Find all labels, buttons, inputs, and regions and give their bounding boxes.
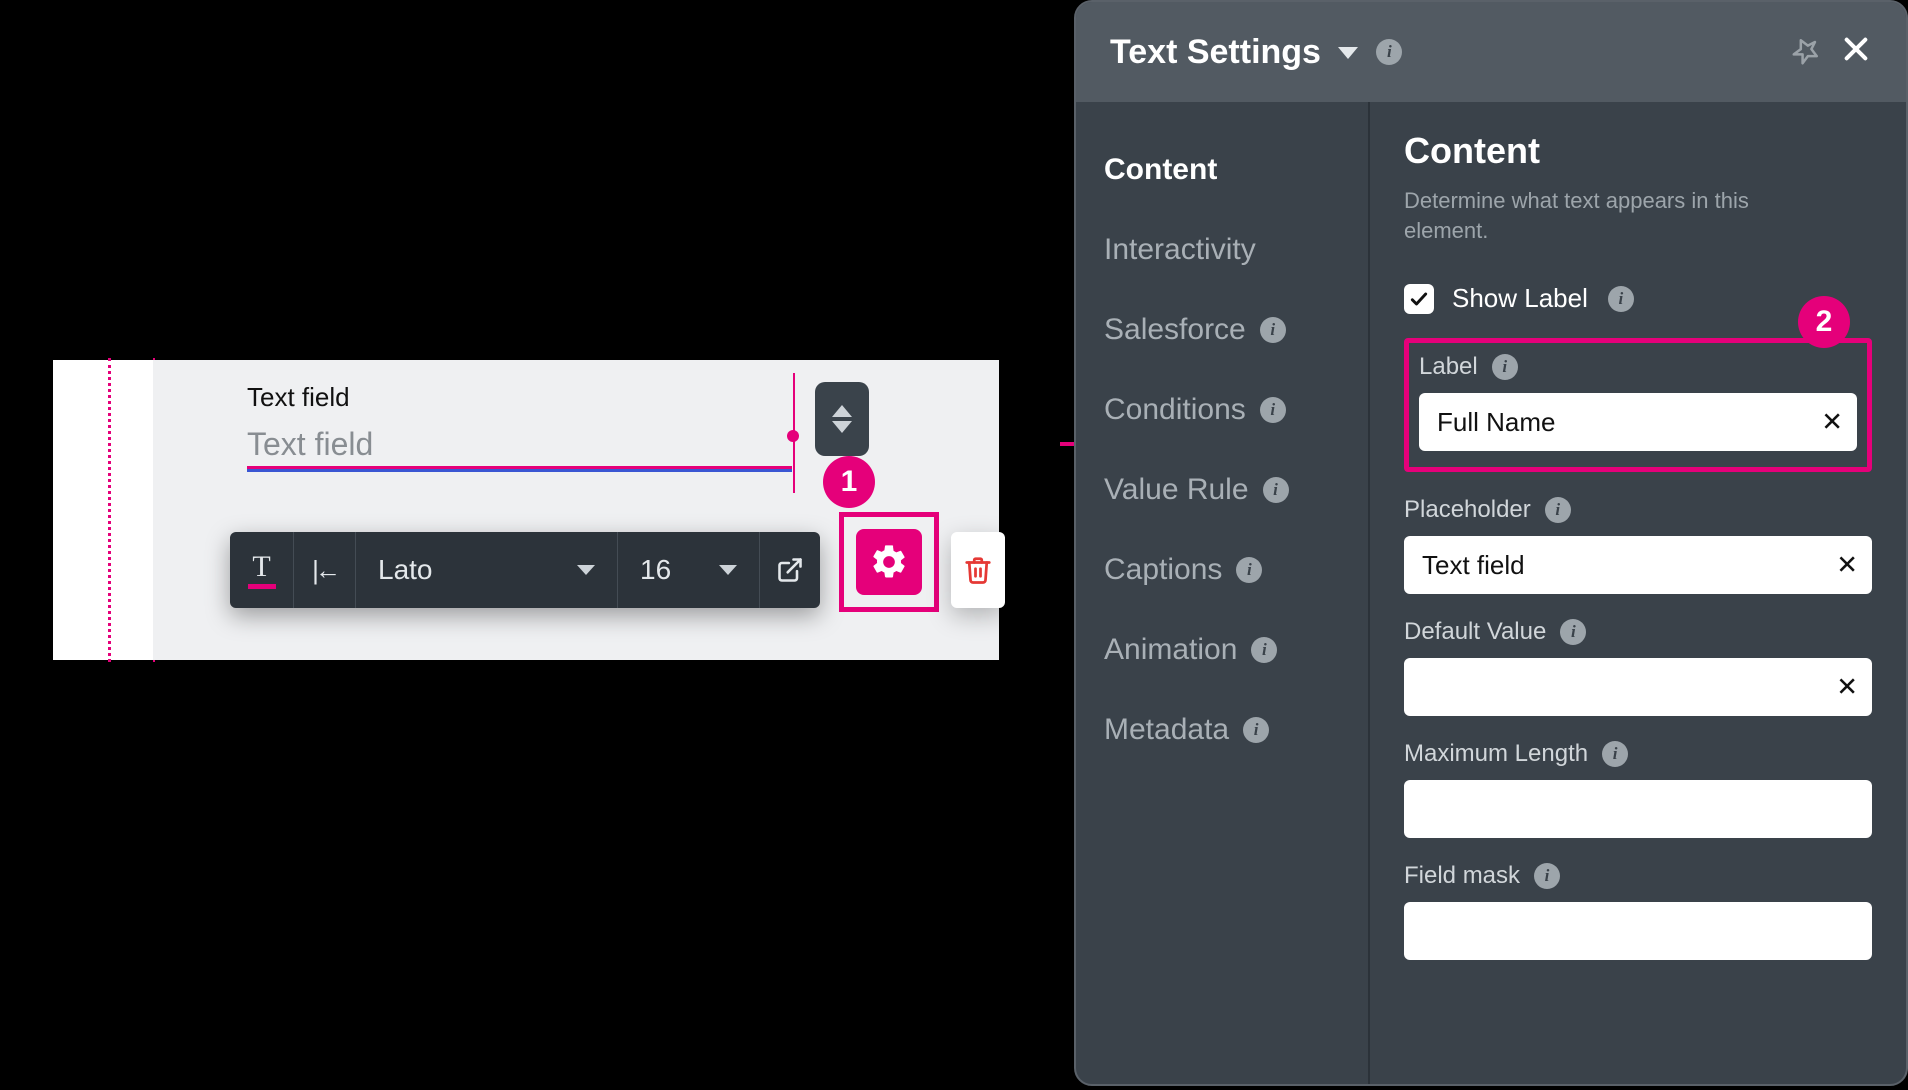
- panel-title[interactable]: Text Settings: [1110, 33, 1358, 72]
- chevron-down-icon: [1338, 47, 1358, 59]
- popout-button[interactable]: [760, 532, 820, 608]
- default-value-field-label: Default Value: [1404, 618, 1546, 646]
- chevron-down-icon: [577, 565, 595, 575]
- chevron-down-icon[interactable]: [832, 421, 852, 433]
- pin-button[interactable]: [1792, 35, 1822, 70]
- close-button[interactable]: [1840, 32, 1872, 72]
- clear-button[interactable]: ✕: [1821, 407, 1843, 438]
- max-length-field-label: Maximum Length: [1404, 740, 1588, 768]
- popout-icon: [776, 555, 804, 585]
- panel-main: Content Determine what text appears in t…: [1370, 102, 1906, 1084]
- placeholder-field-group: Placeholder i ✕: [1404, 496, 1872, 594]
- callout-badge-2: 2: [1798, 296, 1850, 348]
- default-value-field-group: Default Value i ✕: [1404, 618, 1872, 716]
- label-field-group: Label i ✕: [1419, 353, 1857, 451]
- text-color-icon: T: [246, 552, 277, 589]
- text-field-input[interactable]: Text field: [247, 418, 792, 472]
- text-field-element[interactable]: Text field Text field T |←: [153, 360, 999, 660]
- max-length-input[interactable]: [1404, 780, 1872, 838]
- info-icon[interactable]: i: [1251, 637, 1277, 663]
- info-icon[interactable]: i: [1602, 741, 1628, 767]
- label-input[interactable]: [1419, 393, 1857, 451]
- label-highlight-box: Label i ✕: [1404, 338, 1872, 472]
- delete-button[interactable]: [951, 532, 1005, 608]
- info-icon[interactable]: i: [1260, 397, 1286, 423]
- text-field-label: Text field: [247, 382, 350, 413]
- placeholder-input[interactable]: [1404, 536, 1872, 594]
- show-label-checkbox[interactable]: [1404, 284, 1434, 314]
- sidebar-item-conditions[interactable]: Conditionsi: [1104, 370, 1368, 450]
- canvas-gutter: [53, 360, 153, 660]
- info-icon[interactable]: i: [1376, 39, 1402, 65]
- nudge-stepper[interactable]: [815, 382, 869, 456]
- info-icon[interactable]: i: [1560, 619, 1586, 645]
- info-icon[interactable]: i: [1236, 557, 1262, 583]
- sidebar-item-captions[interactable]: Captionsi: [1104, 530, 1368, 610]
- info-icon[interactable]: i: [1545, 497, 1571, 523]
- info-icon[interactable]: i: [1534, 863, 1560, 889]
- chevron-down-icon: [719, 565, 737, 575]
- section-heading: Content: [1404, 130, 1872, 172]
- info-icon[interactable]: i: [1608, 286, 1634, 312]
- clear-button[interactable]: ✕: [1836, 550, 1858, 581]
- callout-badge-1: 1: [823, 456, 875, 508]
- sidebar-item-content[interactable]: Content: [1104, 130, 1368, 210]
- font-size-select[interactable]: 16: [618, 532, 760, 608]
- panel-header: Text Settings i: [1076, 2, 1906, 102]
- info-icon[interactable]: i: [1492, 354, 1518, 380]
- sidebar-item-value-rule[interactable]: Value Rulei: [1104, 450, 1368, 530]
- field-mask-input[interactable]: [1404, 902, 1872, 960]
- chevron-up-icon[interactable]: [832, 405, 852, 417]
- text-field-placeholder: Text field: [247, 426, 373, 462]
- font-family-value: Lato: [378, 554, 433, 586]
- font-family-select[interactable]: Lato: [356, 532, 618, 608]
- field-mask-field-group: Field mask i: [1404, 862, 1872, 960]
- info-icon[interactable]: i: [1263, 477, 1289, 503]
- show-label-text: Show Label: [1452, 283, 1588, 314]
- panel-sidebar: Content Interactivity Salesforcei Condit…: [1076, 102, 1370, 1084]
- info-icon[interactable]: i: [1260, 317, 1286, 343]
- selection-handle[interactable]: [787, 430, 799, 442]
- element-toolbar: T |← Lato 16: [230, 532, 820, 608]
- alignment-guide: [108, 358, 111, 662]
- check-icon: [1409, 289, 1429, 309]
- placeholder-field-label: Placeholder: [1404, 496, 1531, 524]
- selection-underline: [247, 466, 792, 469]
- sidebar-item-metadata[interactable]: Metadatai: [1104, 690, 1368, 770]
- sidebar-item-animation[interactable]: Animationi: [1104, 610, 1368, 690]
- canvas-form-preview: Text field Text field T |←: [53, 360, 999, 660]
- sidebar-item-salesforce[interactable]: Salesforcei: [1104, 290, 1368, 370]
- label-field-label: Label: [1419, 353, 1478, 381]
- max-length-field-group: Maximum Length i: [1404, 740, 1872, 838]
- align-left-icon: |←: [310, 555, 339, 586]
- gear-icon: [869, 542, 909, 582]
- info-icon[interactable]: i: [1243, 717, 1269, 743]
- pin-icon: [1792, 35, 1822, 65]
- field-mask-field-label: Field mask: [1404, 862, 1520, 890]
- section-description: Determine what text appears in this elem…: [1404, 186, 1804, 245]
- default-value-input[interactable]: [1404, 658, 1872, 716]
- trash-icon: [963, 553, 993, 587]
- font-size-value: 16: [640, 554, 671, 586]
- settings-panel: Text Settings i Content Interactivity Sa…: [1074, 0, 1908, 1086]
- close-icon: [1840, 33, 1872, 65]
- clear-button[interactable]: ✕: [1836, 672, 1858, 703]
- align-button[interactable]: |←: [294, 532, 356, 608]
- text-style-button[interactable]: T: [230, 532, 294, 608]
- settings-button[interactable]: [839, 512, 939, 612]
- sidebar-item-interactivity[interactable]: Interactivity: [1104, 210, 1368, 290]
